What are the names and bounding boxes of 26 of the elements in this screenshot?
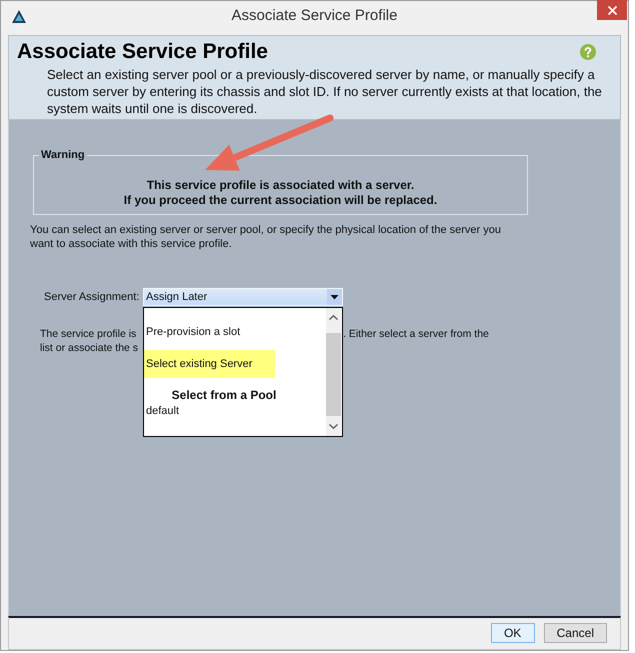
warning-text: If you proceed the current association will be replaced.: [124, 193, 438, 208]
dialog-button[interactable]: OK: [490, 623, 535, 643]
header-description: Select an existing server pool or a previously-discovered server by name, or manually specify a custom server by entering its chassis and slot ID. If no server currently exists at that location, the system waits until one is discovered.: [47, 66, 603, 117]
list-option[interactable]: default: [144, 403, 275, 419]
list-option[interactable]: Select existing Server: [144, 350, 275, 378]
note-text: The service profile is: [40, 327, 138, 341]
app-logo-icon: [12, 10, 26, 22]
scrollbar-thumb[interactable]: [326, 333, 341, 416]
close-button[interactable]: [597, 0, 627, 20]
warning-legend: Warning: [39, 149, 87, 162]
scroll-up-icon[interactable]: [329, 315, 338, 320]
note-text: . Either select a server from the: [343, 327, 489, 341]
note-text: list or associate the s: [40, 341, 140, 355]
dialog-heading: Associate Service Profile: [17, 40, 268, 64]
scrollbar-track[interactable]: [326, 308, 341, 436]
scroll-down-icon[interactable]: [329, 424, 338, 429]
server-assignment-dropdown[interactable]: Assign Later: [143, 288, 343, 306]
caret-icon: [327, 289, 342, 305]
close-icon: [608, 6, 616, 14]
list-option[interactable]: Pre-provision a slot: [144, 318, 275, 346]
dialog-button[interactable]: Cancel: [544, 623, 607, 643]
intro-text: You can select an existing server or server pool, or specify the physical location of the server you want to associate with this service profile.: [30, 223, 502, 251]
list-group-heading: Select from a Pool: [170, 387, 278, 403]
server-assignment-label: Server Assignment:: [44, 290, 140, 305]
warning-text: This service profile is associated with a server.: [146, 178, 414, 193]
window-title: Associate Service Profile: [232, 6, 398, 26]
